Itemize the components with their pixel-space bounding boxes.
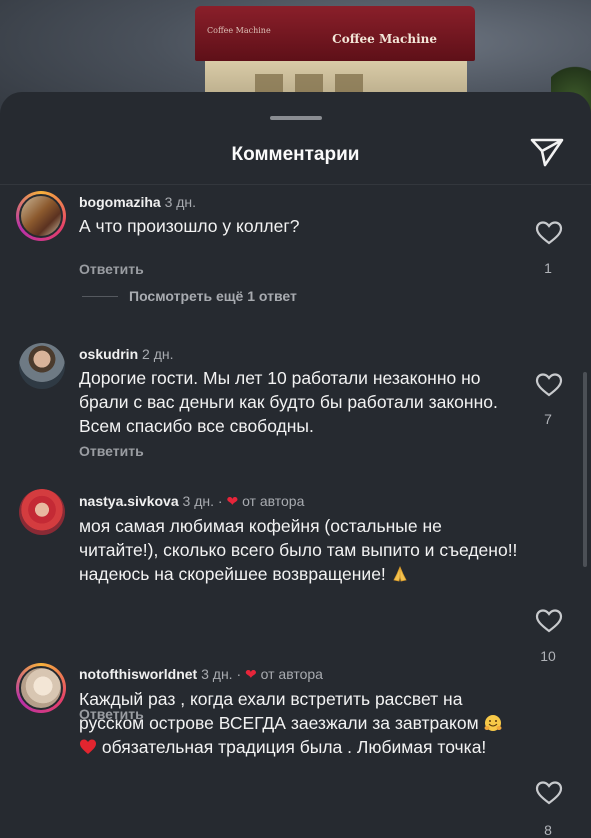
comment-meta: bogomaziha 3 дн.	[79, 194, 196, 210]
avatar[interactable]	[16, 191, 66, 241]
like-heart-icon[interactable]	[535, 220, 563, 246]
comment-time: 3 дн.	[164, 194, 197, 210]
kiosk-sign: Coffee Machine	[332, 32, 437, 46]
avatar[interactable]	[19, 343, 65, 389]
comment-time: 2 дн.	[142, 346, 174, 362]
send-icon[interactable]	[529, 136, 565, 168]
praying-hands-emoji	[393, 565, 407, 582]
author-label: от автора	[260, 666, 323, 682]
author-heart-icon: ❤	[245, 666, 257, 682]
comment-meta: nastya.sivkova 3 дн. · ❤ от автора	[79, 493, 305, 509]
reply-button[interactable]: Ответить	[79, 261, 144, 277]
like-count: 10	[540, 648, 556, 664]
comment-time: 3 дн.	[201, 666, 233, 682]
username[interactable]: bogomaziha	[79, 194, 161, 210]
comment-text: А что произошло у коллег?	[79, 216, 300, 236]
username[interactable]: oskudrin	[79, 346, 138, 362]
avatar[interactable]	[19, 489, 65, 535]
view-more-replies[interactable]: Посмотреть ещё 1 ответ	[129, 288, 297, 304]
like-heart-icon[interactable]	[535, 372, 563, 398]
like-count: 1	[544, 260, 552, 276]
author-heart-icon: ❤	[226, 493, 239, 509]
drag-handle[interactable]	[270, 116, 322, 120]
username[interactable]: nastya.sivkova	[79, 493, 179, 509]
hugging-face-emoji	[484, 715, 501, 731]
scrollbar[interactable]	[583, 372, 587, 567]
comment-meta: notofthisworldnet 3 дн. · ❤ от автора	[79, 666, 323, 682]
comments-sheet: Комментарии bogomaziha 3 дн. А что произ…	[0, 92, 591, 838]
reply-button[interactable]: Ответить	[79, 443, 144, 459]
comment-time: 3 дн.	[182, 493, 214, 509]
comment-text-body: Каждый раз , когда ехали встретить рассв…	[79, 689, 479, 733]
like-heart-icon[interactable]	[535, 780, 563, 806]
avatar[interactable]	[16, 663, 66, 713]
sheet-title: Комментарии	[231, 144, 360, 165]
like-heart-icon[interactable]	[535, 608, 563, 634]
comment-text: моя самая любимая кофейня (остальные не …	[79, 514, 519, 586]
comment-text-body: обязательная традиция была . Любимая точ…	[101, 737, 487, 757]
author-label: от автора	[242, 493, 305, 509]
like-count: 8	[544, 822, 552, 838]
replies-line	[82, 296, 118, 297]
comment-text: Дорогие гости. Мы лет 10 работали незако…	[79, 368, 498, 436]
like-count: 7	[544, 411, 552, 427]
comment-text-body: моя самая любимая кофейня (остальные не …	[79, 516, 518, 584]
red-heart-emoji	[80, 739, 96, 754]
username[interactable]: notofthisworldnet	[79, 666, 197, 682]
kiosk-sign-small: Coffee Machine	[207, 26, 271, 35]
comment-text: Каждый раз , когда ехали встретить рассв…	[79, 687, 519, 759]
comment-meta: oskudrin 2 дн.	[79, 346, 173, 362]
header-divider	[0, 184, 591, 185]
